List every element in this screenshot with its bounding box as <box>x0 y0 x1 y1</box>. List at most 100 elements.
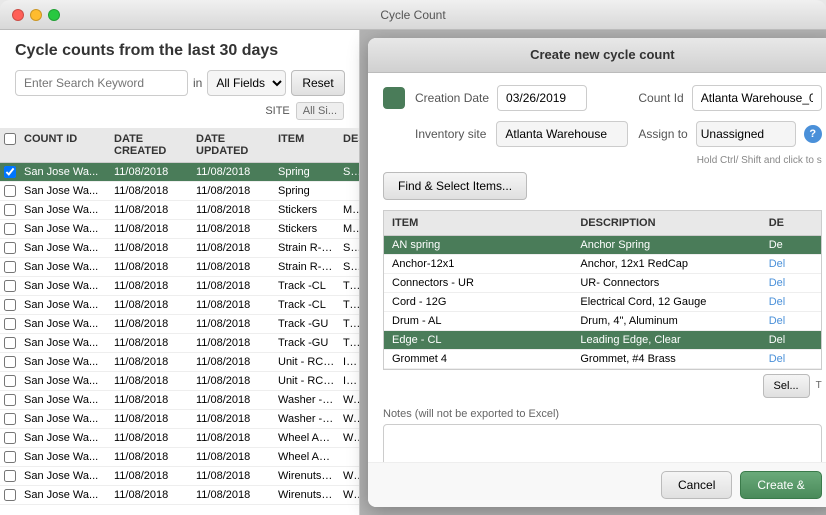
table-row[interactable]: San Jose Wa... 11/08/2018 11/08/2018 Uni… <box>0 353 359 372</box>
table-row[interactable]: San Jose Wa... 11/08/2018 11/08/2018 Spr… <box>0 182 359 201</box>
row-checkbox[interactable] <box>0 467 20 485</box>
table-row[interactable]: San Jose Wa... 11/08/2018 11/08/2018 Whe… <box>0 429 359 448</box>
search-in-label: in <box>193 76 202 90</box>
items-row[interactable]: AN spring Anchor Spring De <box>384 236 821 255</box>
row-date-updated: 11/08/2018 <box>192 163 274 181</box>
row-item: Washer - RU <box>274 391 339 409</box>
items-row[interactable]: Grommet 4 Grommet, #4 Brass Del <box>384 350 821 369</box>
items-row[interactable]: Connectors - UR UR- Connectors Del <box>384 274 821 293</box>
find-select-button[interactable]: Find & Select Items... <box>383 172 527 200</box>
row-checkbox[interactable] <box>0 220 20 238</box>
row-checkbox[interactable] <box>0 410 20 428</box>
row-date-created: 11/08/2018 <box>110 239 192 257</box>
items-row[interactable]: Edge - CL Leading Edge, Clear Del <box>384 331 821 350</box>
delete-link[interactable]: Del <box>761 293 821 311</box>
row-check[interactable] <box>4 299 16 311</box>
cancel-button[interactable]: Cancel <box>661 471 732 499</box>
delete-link[interactable]: Del <box>761 350 821 368</box>
delete-link[interactable]: Del <box>761 312 821 330</box>
item-name: Connectors - UR <box>384 274 572 292</box>
row-check[interactable] <box>4 375 16 387</box>
row-checkbox[interactable] <box>0 391 20 409</box>
search-input[interactable] <box>15 70 188 96</box>
delete-link[interactable]: Del <box>761 274 821 292</box>
row-check[interactable] <box>4 394 16 406</box>
items-row[interactable]: Anchor-12x1 Anchor, 12x1 RedCap Del <box>384 255 821 274</box>
row-date-updated: 11/08/2018 <box>192 239 274 257</box>
row-item: Unit - RC-1/2... <box>274 372 339 390</box>
assign-to-select[interactable]: Unassigned <box>696 121 796 147</box>
count-id-input[interactable] <box>692 85 822 111</box>
row-checkbox[interactable] <box>0 353 20 371</box>
row-date-updated: 11/08/2018 <box>192 391 274 409</box>
all-sites-button[interactable]: All Si... <box>296 102 344 120</box>
row-checkbox[interactable] <box>0 239 20 257</box>
minimize-button[interactable] <box>30 9 42 21</box>
table-row[interactable]: San Jose Wa... 11/08/2018 11/08/2018 Tra… <box>0 334 359 353</box>
row-check[interactable] <box>4 413 16 425</box>
close-button[interactable] <box>12 9 24 21</box>
delete-link[interactable]: De <box>761 236 821 254</box>
row-checkbox[interactable] <box>0 182 20 200</box>
row-checkbox[interactable] <box>0 315 20 333</box>
notes-section: Notes (will not be exported to Excel) <box>383 408 822 462</box>
table-row[interactable]: San Jose Wa... 11/08/2018 11/08/2018 Str… <box>0 258 359 277</box>
table-row[interactable]: San Jose Wa... 11/08/2018 11/08/2018 Spr… <box>0 163 359 182</box>
items-row[interactable]: Drum - AL Drum, 4", Aluminum Del <box>384 312 821 331</box>
table-row[interactable]: San Jose Wa... 11/08/2018 11/08/2018 Was… <box>0 391 359 410</box>
row-check[interactable] <box>4 185 16 197</box>
items-col-description: DESCRIPTION <box>572 215 760 231</box>
row-checkbox[interactable] <box>0 448 20 466</box>
search-field-select[interactable]: All Fields <box>207 70 286 96</box>
row-check[interactable] <box>4 356 16 368</box>
delete-link[interactable]: Del <box>761 331 821 349</box>
row-checkbox[interactable] <box>0 163 20 181</box>
row-check[interactable] <box>4 166 16 178</box>
help-button[interactable]: ? <box>804 125 822 143</box>
table-row[interactable]: San Jose Wa... 11/08/2018 11/08/2018 Tra… <box>0 315 359 334</box>
table-row[interactable]: San Jose Wa... 11/08/2018 11/08/2018 Whe… <box>0 448 359 467</box>
table-row[interactable]: San Jose Wa... 11/08/2018 11/08/2018 Tra… <box>0 277 359 296</box>
row-check[interactable] <box>4 318 16 330</box>
window-title: Cycle Count <box>380 8 445 22</box>
create-button[interactable]: Create & <box>740 471 821 499</box>
table-row[interactable]: San Jose Wa... 11/08/2018 11/08/2018 Sti… <box>0 220 359 239</box>
row-check[interactable] <box>4 470 16 482</box>
row-checkbox[interactable] <box>0 429 20 447</box>
table-row[interactable]: San Jose Wa... 11/08/2018 11/08/2018 Tra… <box>0 296 359 315</box>
modal-icon <box>383 87 405 109</box>
items-row[interactable]: Cord - 12G Electrical Cord, 12 Gauge Del <box>384 293 821 312</box>
row-checkbox[interactable] <box>0 334 20 352</box>
select-all-checkbox[interactable] <box>4 133 16 145</box>
row-check[interactable] <box>4 432 16 444</box>
row-checkbox[interactable] <box>0 486 20 504</box>
row-check[interactable] <box>4 489 16 501</box>
table-row[interactable]: San Jose Wa... 11/08/2018 11/08/2018 Was… <box>0 410 359 429</box>
reset-button[interactable]: Reset <box>291 70 344 96</box>
row-check[interactable] <box>4 280 16 292</box>
row-check[interactable] <box>4 337 16 349</box>
items-col-item: ITEM <box>384 215 572 231</box>
table-row[interactable]: San Jose Wa... 11/08/2018 11/08/2018 Str… <box>0 239 359 258</box>
row-checkbox[interactable] <box>0 258 20 276</box>
maximize-button[interactable] <box>48 9 60 21</box>
inventory-site-select[interactable]: Atlanta Warehouse <box>496 121 628 147</box>
delete-link[interactable]: Del <box>761 255 821 273</box>
row-checkbox[interactable] <box>0 296 20 314</box>
table-row[interactable]: San Jose Wa... 11/08/2018 11/08/2018 Sti… <box>0 201 359 220</box>
row-checkbox[interactable] <box>0 372 20 390</box>
select-button[interactable]: Sel... <box>763 374 810 398</box>
row-check[interactable] <box>4 204 16 216</box>
table-row[interactable]: San Jose Wa... 11/08/2018 11/08/2018 Uni… <box>0 372 359 391</box>
row-checkbox[interactable] <box>0 277 20 295</box>
row-check[interactable] <box>4 223 16 235</box>
row-check[interactable] <box>4 261 16 273</box>
creation-date-input[interactable] <box>497 85 587 111</box>
row-check[interactable] <box>4 242 16 254</box>
notes-textarea[interactable] <box>383 424 822 462</box>
table-row[interactable]: San Jose Wa... 11/08/2018 11/08/2018 Wir… <box>0 486 359 505</box>
row-date-updated: 11/08/2018 <box>192 353 274 371</box>
row-checkbox[interactable] <box>0 201 20 219</box>
table-row[interactable]: San Jose Wa... 11/08/2018 11/08/2018 Wir… <box>0 467 359 486</box>
row-check[interactable] <box>4 451 16 463</box>
